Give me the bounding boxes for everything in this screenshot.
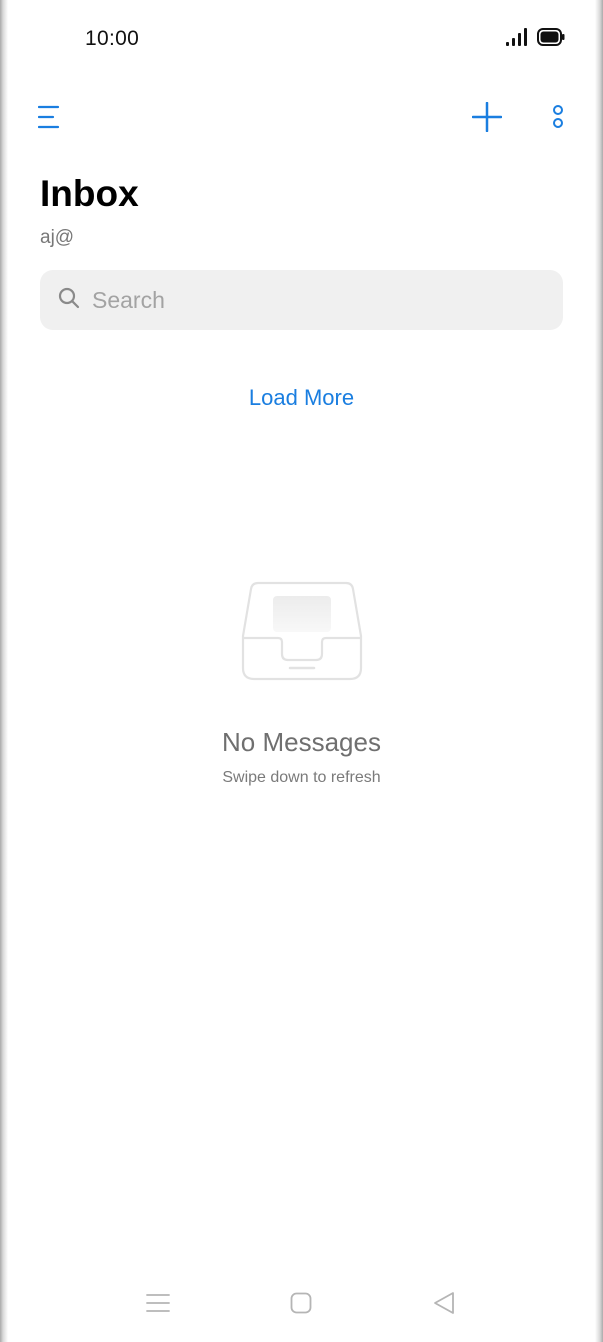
nav-back-icon bbox=[433, 1291, 455, 1320]
load-more-button[interactable]: Load More bbox=[0, 385, 603, 411]
compose-button[interactable] bbox=[466, 98, 508, 140]
battery-icon bbox=[537, 28, 565, 51]
nav-back-button[interactable] bbox=[424, 1290, 464, 1320]
status-icons bbox=[506, 28, 565, 51]
inbox-tray-icon bbox=[240, 578, 364, 684]
empty-state-title: No Messages bbox=[222, 727, 381, 757]
nav-menu-icon bbox=[146, 1293, 170, 1318]
nav-home-button[interactable] bbox=[281, 1290, 321, 1320]
plus-icon bbox=[471, 101, 503, 137]
nav-home-icon bbox=[290, 1292, 312, 1319]
page-title: Inbox bbox=[40, 173, 139, 214]
status-time: 10:00 bbox=[85, 27, 140, 50]
app-screen: 10:00 Inbox aj@ Search Load More No Mess… bbox=[0, 0, 603, 1342]
empty-state-hint: Swipe down to refresh bbox=[222, 769, 381, 786]
search-input[interactable] bbox=[92, 286, 512, 314]
more-vertical-icon bbox=[552, 104, 564, 135]
account-label: aj@ bbox=[40, 227, 75, 248]
menu-button[interactable] bbox=[30, 100, 68, 138]
menu-icon bbox=[37, 105, 60, 134]
nav-menu-button[interactable] bbox=[138, 1290, 178, 1320]
signal-icon bbox=[506, 28, 528, 51]
screen-edge-left bbox=[0, 0, 8, 1342]
search-bar[interactable] bbox=[40, 270, 563, 330]
more-options-button[interactable] bbox=[543, 100, 573, 138]
search-icon bbox=[58, 287, 80, 314]
screen-edge-right bbox=[595, 0, 603, 1342]
